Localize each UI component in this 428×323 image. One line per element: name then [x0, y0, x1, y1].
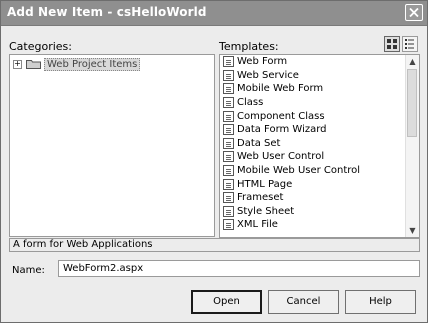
template-item[interactable]: Mobile Web User Control	[220, 164, 406, 178]
template-label: Frameset	[237, 192, 284, 204]
template-label: Component Class	[237, 110, 325, 122]
class-icon	[223, 97, 234, 109]
tree-item-web-project-items[interactable]: + Web Project Items	[13, 57, 141, 71]
web-user-control-icon	[223, 151, 234, 163]
mobile-web-form-icon	[223, 83, 234, 95]
templates-label: Templates:	[219, 40, 279, 53]
template-item[interactable]: Web User Control	[220, 150, 406, 164]
expand-icon[interactable]: +	[13, 59, 22, 69]
template-label: Web Service	[237, 69, 299, 81]
add-new-item-dialog: Add New Item - csHelloWorld Categories: …	[0, 0, 428, 323]
small-icons-view-button[interactable]	[402, 36, 418, 52]
template-label: Class	[237, 97, 264, 109]
template-item[interactable]: Class	[220, 96, 406, 110]
large-icons-icon	[387, 39, 397, 49]
data-set-icon	[223, 137, 234, 149]
template-item[interactable]: Mobile Web Form	[220, 82, 406, 96]
template-item[interactable]: Data Form Wizard	[220, 123, 406, 137]
mobile-web-user-control-icon	[223, 165, 234, 177]
close-icon	[409, 8, 419, 17]
template-item[interactable]: Frameset	[220, 191, 406, 205]
templates-list[interactable]: Web Form Web Service Mobile Web Form Cla…	[219, 54, 420, 238]
web-service-icon	[223, 69, 234, 81]
template-label: Data Set	[237, 137, 281, 149]
description-bar: A form for Web Applications	[9, 238, 420, 252]
scroll-thumb[interactable]	[407, 69, 417, 137]
template-item[interactable]: Component Class	[220, 109, 406, 123]
scroll-up-icon[interactable]: ▲	[406, 55, 419, 68]
folder-icon	[26, 60, 41, 69]
template-item[interactable]: Web Service	[220, 69, 406, 83]
open-button[interactable]: Open	[191, 290, 262, 314]
template-item[interactable]: Style Sheet	[220, 205, 406, 219]
help-button[interactable]: Help	[345, 290, 416, 314]
tree-item-label: Web Project Items	[44, 57, 141, 71]
data-form-wizard-icon	[223, 124, 234, 136]
name-input[interactable]: WebForm2.aspx	[58, 260, 420, 277]
template-label: XML File	[237, 219, 278, 231]
name-label: Name:	[12, 265, 45, 276]
scroll-down-icon[interactable]: ▼	[406, 224, 419, 237]
template-item[interactable]: Data Set	[220, 137, 406, 151]
template-item[interactable]: Web Form	[220, 55, 406, 69]
templates-scrollbar[interactable]: ▲ ▼	[405, 55, 419, 237]
template-label: Web Form	[237, 56, 288, 68]
template-item[interactable]: XML File	[220, 218, 406, 232]
xml-file-icon	[223, 219, 234, 231]
templates-items: Web Form Web Service Mobile Web Form Cla…	[220, 55, 406, 237]
template-label: HTML Page	[237, 178, 293, 190]
template-item[interactable]: HTML Page	[220, 177, 406, 191]
window-title: Add New Item - csHelloWorld	[7, 5, 207, 19]
template-label: Web User Control	[237, 151, 325, 163]
cancel-button[interactable]: Cancel	[268, 290, 339, 314]
close-button[interactable]	[405, 4, 423, 21]
template-label: Style Sheet	[237, 205, 295, 217]
frameset-icon	[223, 192, 234, 204]
web-form-icon	[223, 56, 234, 68]
small-icons-icon	[405, 39, 414, 49]
component-class-icon	[223, 110, 234, 122]
large-icons-view-button[interactable]	[384, 36, 400, 52]
style-sheet-icon	[223, 205, 234, 217]
html-page-icon	[223, 178, 234, 190]
template-label: Data Form Wizard	[237, 124, 327, 136]
categories-tree[interactable]: + Web Project Items	[9, 54, 215, 237]
title-bar[interactable]: Add New Item - csHelloWorld	[1, 1, 427, 26]
template-label: Mobile Web User Control	[237, 165, 361, 177]
template-label: Mobile Web Form	[237, 83, 324, 95]
categories-label: Categories:	[9, 40, 72, 53]
